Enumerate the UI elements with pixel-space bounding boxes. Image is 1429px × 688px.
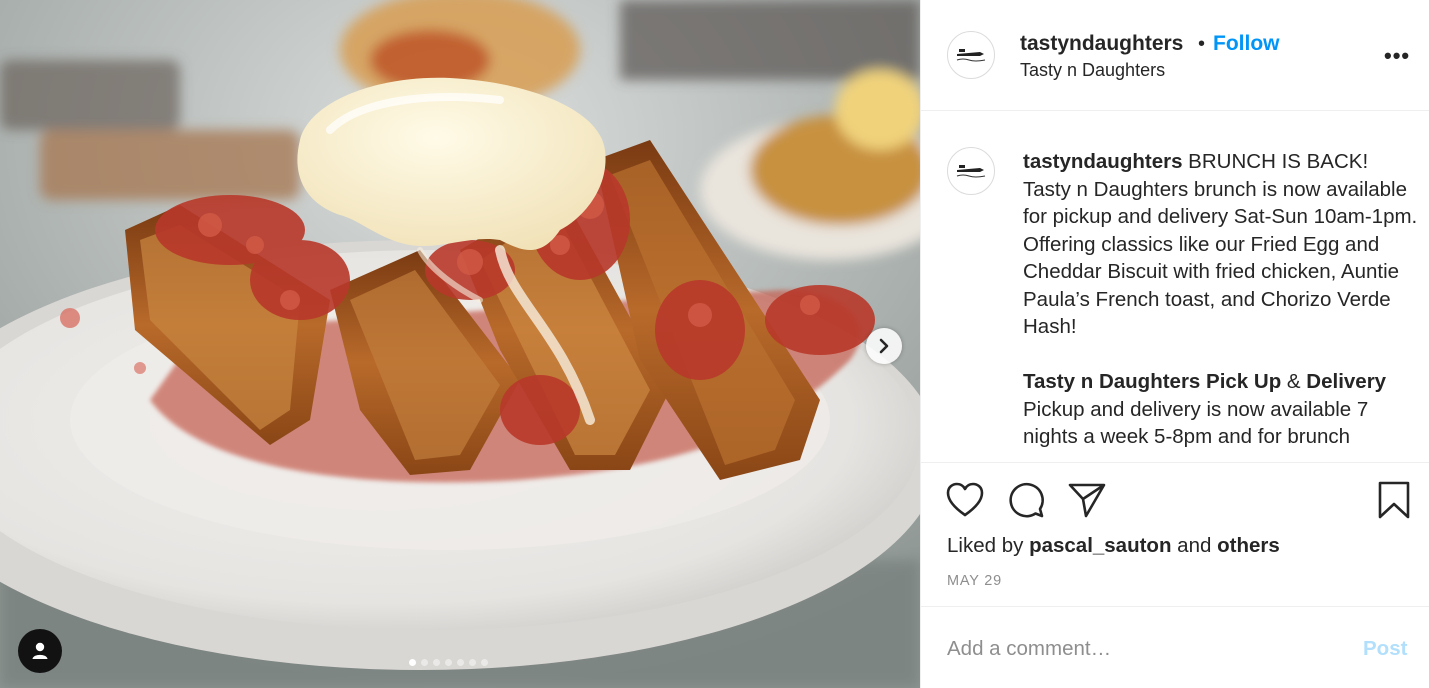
- header-separator: •: [1198, 33, 1206, 55]
- heart-icon: [946, 482, 984, 517]
- header-full-name[interactable]: Tasty n Daughters: [1020, 60, 1165, 81]
- caption-username[interactable]: tastyndaughters: [1023, 150, 1182, 173]
- post-side-panel: tastyndaughters • Follow Tasty n Daughte…: [920, 0, 1429, 688]
- likes-summary: Liked by pascal_sauton and others: [947, 534, 1280, 558]
- save-button[interactable]: [1374, 480, 1414, 520]
- post-photo[interactable]: [0, 0, 920, 688]
- tagged-users-button[interactable]: [18, 629, 62, 673]
- chevron-right-icon: [879, 338, 889, 354]
- caption-section-text: Pickup and delivery is now available 7 n…: [1023, 397, 1369, 449]
- carousel-indicator: [409, 659, 488, 666]
- carousel-dot: [409, 659, 416, 666]
- french-toast-photo: [0, 0, 920, 688]
- post-header: tastyndaughters • Follow Tasty n Daughte…: [921, 0, 1429, 111]
- liked-by-user[interactable]: pascal_sauton: [1029, 534, 1171, 557]
- like-button[interactable]: [945, 480, 985, 520]
- carousel-dot: [457, 659, 464, 666]
- paper-plane-icon: [1068, 483, 1106, 518]
- likes-prefix: Liked by: [947, 534, 1030, 557]
- comment-input[interactable]: [947, 635, 1347, 663]
- caption-section-title: Tasty n Daughters Pick Up: [1023, 370, 1282, 393]
- likes-middle: and: [1171, 534, 1218, 557]
- post-caption: tastyndaughters BRUNCH IS BACK! Tasty n …: [1023, 148, 1418, 451]
- post-date[interactable]: MAY 29: [947, 573, 1002, 589]
- post-comment-button[interactable]: Post: [1363, 637, 1407, 661]
- liked-by-others[interactable]: others: [1217, 534, 1280, 557]
- avatar[interactable]: [947, 147, 995, 195]
- caption-section-amp: &: [1281, 370, 1307, 393]
- comment-button[interactable]: [1006, 480, 1046, 520]
- caption-text: BRUNCH IS BACK! Tasty n Daughters brunch…: [1023, 150, 1418, 338]
- caption-scroll-area[interactable]: tastyndaughters BRUNCH IS BACK! Tasty n …: [921, 112, 1429, 462]
- carousel-dot: [481, 659, 488, 666]
- header-username[interactable]: tastyndaughters: [1020, 32, 1183, 56]
- carousel-dot: [433, 659, 440, 666]
- comment-form: Post: [921, 606, 1429, 688]
- caption-section-title-delivery: Delivery: [1306, 370, 1387, 393]
- user-tag-icon: [32, 642, 48, 659]
- carousel-dot: [421, 659, 428, 666]
- carousel-dot: [469, 659, 476, 666]
- post-actions: Liked by pascal_sauton and others MAY 29: [921, 462, 1429, 607]
- avatar[interactable]: [947, 31, 995, 79]
- more-options-button[interactable]: •••: [1384, 45, 1410, 67]
- comment-icon: [1009, 482, 1044, 518]
- next-slide-button[interactable]: [866, 328, 902, 364]
- restaurant-logo-icon: [956, 49, 986, 62]
- share-button[interactable]: [1067, 480, 1107, 520]
- restaurant-logo-icon: [956, 165, 986, 178]
- follow-button[interactable]: Follow: [1213, 32, 1280, 56]
- carousel-dot: [445, 659, 452, 666]
- bookmark-icon: [1378, 481, 1410, 519]
